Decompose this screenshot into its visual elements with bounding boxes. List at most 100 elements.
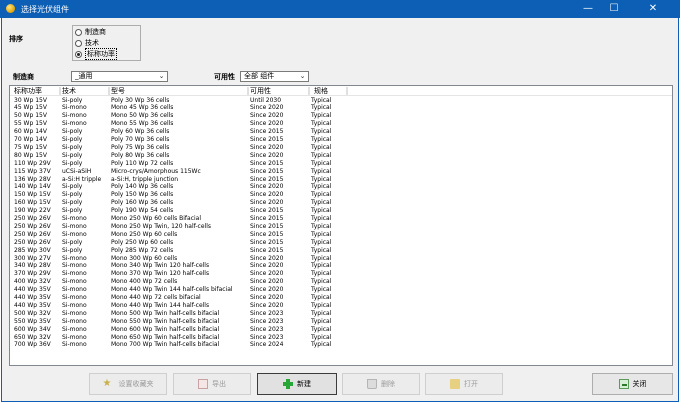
availability-cell: Since 2020 <box>250 270 284 278</box>
power-cell: 80 Wp 15V <box>14 151 47 159</box>
model-cell: Mono 370 Wp Twin 120 half-cells <box>111 270 210 278</box>
export-button[interactable]: 导出 <box>173 373 251 395</box>
availability-cell: Since 2023 <box>250 333 284 341</box>
table-row[interactable]: 440 Wp 35V Si-mono Mono 440 Wp Twin 144 ha… <box>10 286 672 294</box>
availability-select[interactable]: 全部 组件 ⌄ <box>240 71 309 82</box>
table-row[interactable]: 60 Wp 14V Si-poly Poly 60 Wp 36 cells Since… <box>10 128 672 136</box>
table-row[interactable]: 70 Wp 14V Si-poly Poly 70 Wp 36 cells Since… <box>10 136 672 144</box>
module-list[interactable]: 标称功率 技术 型号 可用性 规格 30 Wp 15V Si-poly Poly 3… <box>9 85 673 366</box>
table-row[interactable]: 370 Wp 29V Si-mono Mono 370 Wp Twin 120 ha… <box>10 270 672 278</box>
availability-cell: Since 2015 <box>250 215 284 222</box>
delete-button[interactable]: 删除 <box>342 373 420 395</box>
table-row[interactable]: 285 Wp 30V Si-poly Poly 285 Wp 72 cells Sin… <box>10 247 672 255</box>
technology-cell: Si-mono <box>62 301 87 309</box>
table-row[interactable]: 700 Wp 36V Si-mono Mono 700 Wp Twin half-c… <box>10 341 672 349</box>
table-row[interactable]: 75 Wp 15V Si-poly Poly 75 Wp 36 cells Since… <box>10 144 672 152</box>
availability-cell: Since 2020 <box>250 183 284 191</box>
model-cell: Mono 440 Wp Twin 144 half-cells bifacial <box>111 286 233 294</box>
power-cell: 550 Wp 35V <box>14 317 51 325</box>
manufacturer-select[interactable]: _通用 ⌄ <box>71 71 168 82</box>
model-cell: Mono 250 Wp 60 cells Bifacial <box>111 215 202 222</box>
table-row[interactable]: 150 Wp 15V Si-poly Poly 150 Wp 36 cells Sin… <box>10 191 672 199</box>
table-row[interactable]: 440 Wp 35V Si-mono Mono 440 Wp Twin 144 ha… <box>10 302 672 310</box>
power-cell: 250 Wp 26V <box>14 238 51 246</box>
table-row[interactable]: 340 Wp 28V Si-mono Mono 340 Wp Twin 120 ha… <box>10 262 672 270</box>
technology-cell: Si-mono <box>62 294 87 301</box>
model-cell: Poly 70 Wp 36 cells <box>111 136 170 143</box>
technology-cell: Si-mono <box>62 278 87 286</box>
column-header-technology[interactable]: 技术 <box>60 86 76 96</box>
technology-cell: Si-mono <box>62 215 87 222</box>
model-cell: Poly 30 Wp 36 cells <box>111 96 170 104</box>
table-row[interactable]: 400 Wp 32V Si-mono Mono 400 Wp 72 cells Sin… <box>10 278 672 286</box>
table-row[interactable]: 110 Wp 29V Si-poly Poly 110 Wp 72 cells Sin… <box>10 160 672 168</box>
new-button[interactable]: 新建 <box>257 373 337 395</box>
table-row[interactable]: 300 Wp 27V Si-mono Mono 300 Wp 60 cells Sin… <box>10 255 672 263</box>
power-cell: 250 Wp 26V <box>14 222 51 230</box>
close-window-button[interactable]: ✕ <box>627 0 679 18</box>
power-cell: 300 Wp 27V <box>14 254 51 262</box>
power-cell: 440 Wp 35V <box>14 294 51 301</box>
table-row[interactable]: 650 Wp 32V Si-mono Mono 650 Wp Twin half-c… <box>10 334 672 342</box>
technology-cell: Si-mono <box>62 254 87 262</box>
maximize-button[interactable]: ☐ <box>601 0 627 18</box>
spec-cell: Typical <box>311 238 332 246</box>
table-row[interactable]: 140 Wp 14V Si-poly Poly 140 Wp 36 cells Sin… <box>10 183 672 191</box>
availability-cell: Since 2023 <box>250 309 284 317</box>
table-row[interactable]: 550 Wp 35V Si-mono Mono 550 Wp Twin half-c… <box>10 318 672 326</box>
column-header-spec[interactable]: 规格 <box>312 86 328 96</box>
table-row[interactable]: 45 Wp 15V Si-mono Mono 45 Wp 36 cells Since… <box>10 104 672 112</box>
set-favorite-button[interactable]: ★ 设置收藏夹 <box>89 373 167 395</box>
availability-cell: Since 2023 <box>250 325 284 333</box>
close-button[interactable]: 关闭 <box>592 373 673 395</box>
availability-cell: Since 2020 <box>250 199 284 207</box>
table-row[interactable]: 600 Wp 34V Si-mono Mono 600 Wp Twin half-c… <box>10 326 672 334</box>
table-row[interactable]: 55 Wp 15V Si-mono Mono 55 Wp 36 cells Since… <box>10 120 672 128</box>
table-row[interactable]: 50 Wp 15V Si-mono Mono 50 Wp 36 cells Since… <box>10 112 672 120</box>
minimize-button[interactable]: — <box>575 0 601 18</box>
power-cell: 190 Wp 22V <box>14 207 51 215</box>
model-cell: Mono 400 Wp 72 cells <box>111 278 178 286</box>
table-row[interactable]: 250 Wp 26V Si-mono Mono 250 Wp 60 cells Sin… <box>10 231 672 239</box>
availability-cell: Since 2015 <box>250 246 284 254</box>
column-separator[interactable] <box>308 87 310 95</box>
column-separator[interactable] <box>346 87 348 95</box>
technology-cell: Si-mono <box>62 325 87 333</box>
spec-cell: Typical <box>311 96 332 104</box>
spec-cell: Typical <box>311 136 332 143</box>
spec-cell: Typical <box>311 112 332 120</box>
table-row[interactable]: 115 Wp 37V uCSi-aSiH Micro-crys/Amorphous … <box>10 168 672 176</box>
table-row[interactable]: 136 Wp 28V a-Si:H tripple a-Si:H, tripple … <box>10 176 672 184</box>
table-row[interactable]: 30 Wp 15V Si-poly Poly 30 Wp 36 cells Until… <box>10 97 672 105</box>
column-header-availability[interactable]: 可用性 <box>248 86 271 96</box>
sort-option-manufacturer[interactable]: 制造商 <box>75 27 106 37</box>
table-row[interactable]: 500 Wp 32V Si-mono Mono 500 Wp Twin half-c… <box>10 310 672 318</box>
table-row[interactable]: 250 Wp 26V Si-poly Poly 250 Wp 60 cells Sin… <box>10 239 672 247</box>
availability-cell: Since 2020 <box>250 294 284 301</box>
power-cell: 600 Wp 34V <box>14 325 51 333</box>
table-row[interactable]: 160 Wp 15V Si-poly Poly 160 Wp 36 cells Sin… <box>10 199 672 207</box>
model-cell: Mono 500 Wp Twin half-cells bifacial <box>111 309 220 317</box>
model-cell: Mono 440 Wp 72 cells bifacial <box>111 294 201 301</box>
spec-cell: Typical <box>311 128 332 136</box>
table-row[interactable]: 190 Wp 22V Si-poly Poly 190 Wp 54 cells Sin… <box>10 207 672 215</box>
column-header-power[interactable]: 标称功率 <box>12 86 42 96</box>
table-row[interactable]: 250 Wp 26V Si-mono Mono 250 Wp Twin, 120 h… <box>10 223 672 231</box>
table-row[interactable]: 440 Wp 35V Si-mono Mono 440 Wp 72 cells bi… <box>10 294 672 302</box>
table-row[interactable]: 80 Wp 15V Si-poly Poly 80 Wp 36 cells Since… <box>10 152 672 160</box>
model-cell: Poly 160 Wp 36 cells <box>111 199 174 207</box>
availability-cell: Since 2015 <box>250 230 284 238</box>
open-button[interactable]: 打开 <box>425 373 503 395</box>
chevron-down-icon: ⌄ <box>299 72 306 80</box>
column-header-model[interactable]: 型号 <box>109 86 125 96</box>
power-cell: 500 Wp 32V <box>14 309 51 317</box>
sort-option-technology[interactable]: 技术 <box>75 38 99 48</box>
table-row[interactable]: 250 Wp 26V Si-mono Mono 250 Wp 60 cells Bi… <box>10 215 672 223</box>
technology-cell: Si-poly <box>62 191 83 199</box>
spec-cell: Typical <box>311 207 332 215</box>
radio-label: 制造商 <box>85 28 106 36</box>
technology-cell: Si-poly <box>62 128 83 136</box>
radio-indicator <box>75 28 82 36</box>
button-label: 导出 <box>212 380 226 388</box>
sort-option-nominal-power[interactable]: 标称功率 <box>75 48 117 60</box>
